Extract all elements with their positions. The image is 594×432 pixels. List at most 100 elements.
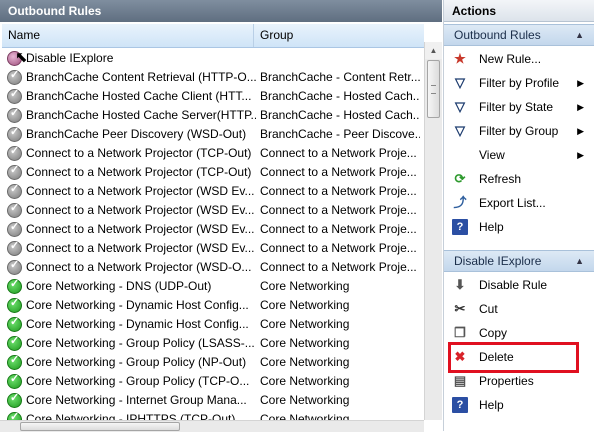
action-view[interactable]: View ▶ <box>444 143 594 167</box>
action-help[interactable]: ? Help <box>444 393 594 417</box>
rule-group-cell: BranchCache - Hosted Cach... <box>260 108 420 122</box>
rule-name-cell: BranchCache Hosted Cache Server(HTTP... <box>26 108 256 122</box>
horizontal-scroll-thumb[interactable] <box>20 422 180 431</box>
column-header-name[interactable]: Name <box>2 24 254 47</box>
action-disable-rule[interactable]: ⬇ Disable Rule <box>444 273 594 297</box>
rule-name-cell: Core Networking - Group Policy (TCP-O... <box>26 374 250 388</box>
help-icon: ? <box>452 219 468 235</box>
action-label: Filter by State <box>479 100 554 114</box>
disabled-rule-icon: ✓ <box>7 145 22 161</box>
rule-name-cell: Core Networking - Group Policy (LSASS-..… <box>26 336 255 350</box>
rule-group-cell: Core Networking <box>260 317 350 331</box>
action-label: Filter by Group <box>479 124 559 138</box>
enabled-rule-icon: ✓ <box>7 297 22 313</box>
vertical-scrollbar[interactable]: ▲ <box>424 42 442 420</box>
action-new-rule[interactable]: ★ New Rule... <box>444 47 594 71</box>
disabled-rule-icon: ✓ <box>7 259 22 275</box>
table-row[interactable]: ✓ Connect to a Network Projector (WSD Ev.… <box>2 182 424 201</box>
properties-icon: ▤ <box>453 373 467 388</box>
help-icon: ? <box>452 397 468 413</box>
rule-group-cell: BranchCache - Content Retr... <box>260 70 420 84</box>
enabled-rule-icon: ✓ <box>7 392 22 408</box>
table-row[interactable]: ✓ BranchCache Content Retrieval (HTTP-O..… <box>2 68 424 87</box>
action-label: Refresh <box>479 172 522 186</box>
collapse-icon[interactable]: ▲ <box>575 251 584 272</box>
table-row[interactable]: ✓ BranchCache Hosted Cache Server(HTTP...… <box>2 106 424 125</box>
table-row[interactable]: ✓ Connect to a Network Projector (WSD-O..… <box>2 258 424 277</box>
table-row[interactable]: ✓ Connect to a Network Projector (WSD Ev.… <box>2 220 424 239</box>
export-icon: ⤴ <box>453 195 467 210</box>
filter-icon: ▽ <box>455 123 465 138</box>
table-row[interactable]: ✓ Core Networking - Group Policy (TCP-O..… <box>2 372 424 391</box>
table-row[interactable]: ✓ Core Networking - IPHTTPS (TCP-Out) Core… <box>2 410 424 420</box>
table-row[interactable]: ✓ Connect to a Network Projector (TCP-Out… <box>2 144 424 163</box>
rule-name-cell: Connect to a Network Projector (WSD Ev..… <box>26 241 255 255</box>
enabled-rule-icon: ✓ <box>7 335 22 351</box>
column-header-group[interactable]: Group ▲ <box>254 24 592 47</box>
rule-group-cell: Connect to a Network Proje... <box>260 260 417 274</box>
table-row[interactable]: ✓ Connect to a Network Projector (WSD Ev.… <box>2 201 424 220</box>
enabled-rule-icon: ✓ <box>7 278 22 294</box>
filter-icon: ▽ <box>455 99 465 114</box>
submenu-arrow-icon: ▶ <box>577 102 584 112</box>
rule-name-cell: BranchCache Peer Discovery (WSD-Out) <box>26 127 247 141</box>
disabled-rule-icon: ✓ <box>7 88 22 104</box>
rule-group-cell: Connect to a Network Proje... <box>260 222 417 236</box>
table-row[interactable]: ✓ Connect to a Network Projector (WSD Ev.… <box>2 239 424 258</box>
rule-name-cell: Core Networking - Dynamic Host Config... <box>26 317 249 331</box>
rule-name-cell: BranchCache Content Retrieval (HTTP-O... <box>26 70 256 84</box>
table-row[interactable]: ✓ Core Networking - Group Policy (LSASS-.… <box>2 334 424 353</box>
table-row[interactable]: ✓ Core Networking - Group Policy (NP-Out)… <box>2 353 424 372</box>
action-label: Help <box>479 398 504 412</box>
enabled-rule-icon: ✓ <box>7 354 22 370</box>
rule-group-cell: Connect to a Network Proje... <box>260 146 417 160</box>
submenu-arrow-icon: ▶ <box>577 126 584 136</box>
rule-group-cell: BranchCache - Hosted Cach... <box>260 89 420 103</box>
table-row[interactable]: ✓ Core Networking - DNS (UDP-Out) Core Net… <box>2 277 424 296</box>
section-header-outbound-rules[interactable]: Outbound Rules ▲ <box>444 24 594 46</box>
delete-highlight-box <box>448 342 579 373</box>
actions-title: Actions <box>444 0 594 22</box>
rule-name-cell: Connect to a Network Projector (TCP-Out) <box>26 146 252 160</box>
rule-name-cell: Connect to a Network Projector (WSD Ev..… <box>26 203 255 217</box>
column-header-bar: Name Group ▲ <box>2 24 592 48</box>
table-row[interactable]: ⬉ Disable IExplore <box>2 49 424 68</box>
action-filter-by-profile[interactable]: ▽ Filter by Profile ▶ <box>444 71 594 95</box>
action-label: Disable Rule <box>479 278 548 292</box>
enabled-rule-icon: ✓ <box>7 316 22 332</box>
rule-name-cell: Core Networking - Internet Group Mana... <box>26 393 247 407</box>
rules-list: ⬉ Disable IExplore ✓ BranchCache Content Re… <box>2 49 424 420</box>
rule-group-cell: Connect to a Network Proje... <box>260 241 417 255</box>
action-label: View <box>479 148 505 162</box>
table-row[interactable]: ✓ Connect to a Network Projector (TCP-Out… <box>2 163 424 182</box>
action-help[interactable]: ? Help <box>444 215 594 239</box>
rule-name-cell: Core Networking - Group Policy (NP-Out) <box>26 355 247 369</box>
section-header-disable-iexplore[interactable]: Disable IExplore ▲ <box>444 250 594 272</box>
table-row[interactable]: ✓ BranchCache Hosted Cache Client (HTT...… <box>2 87 424 106</box>
disabled-rule-icon: ✓ <box>7 183 22 199</box>
action-label: Help <box>479 220 504 234</box>
rule-name-cell: Connect to a Network Projector (WSD Ev..… <box>26 184 255 198</box>
rule-group-cell: Connect to a Network Proje... <box>260 184 417 198</box>
table-row[interactable]: ✓ BranchCache Peer Discovery (WSD-Out) Bra… <box>2 125 424 144</box>
rule-name-cell: Core Networking - DNS (UDP-Out) <box>26 279 212 293</box>
table-row[interactable]: ✓ Core Networking - Internet Group Mana..… <box>2 391 424 410</box>
action-filter-by-state[interactable]: ▽ Filter by State ▶ <box>444 95 594 119</box>
table-row[interactable]: ✓ Core Networking - Dynamic Host Config..… <box>2 296 424 315</box>
action-filter-by-group[interactable]: ▽ Filter by Group ▶ <box>444 119 594 143</box>
rule-name-cell: Connect to a Network Projector (WSD-O... <box>26 260 252 274</box>
collapse-icon[interactable]: ▲ <box>575 25 584 46</box>
section-title: Disable IExplore <box>454 254 542 268</box>
horizontal-scrollbar[interactable] <box>0 420 424 432</box>
disabled-rule-icon: ✓ <box>7 107 22 123</box>
scroll-up-icon[interactable]: ▲ <box>425 42 442 59</box>
action-cut[interactable]: ✂ Cut <box>444 297 594 321</box>
vertical-scroll-thumb[interactable] <box>427 60 440 118</box>
table-row[interactable]: ✓ Core Networking - Dynamic Host Config..… <box>2 315 424 334</box>
copy-icon: ❐ <box>454 325 466 340</box>
pane-title: Outbound Rules <box>0 0 442 22</box>
action-refresh[interactable]: ⟳ Refresh <box>444 167 594 191</box>
action-export-list[interactable]: ⤴ Export List... <box>444 191 594 215</box>
disable-rule-icon: ⬇ <box>454 277 466 292</box>
disabled-rule-icon: ✓ <box>7 69 22 85</box>
